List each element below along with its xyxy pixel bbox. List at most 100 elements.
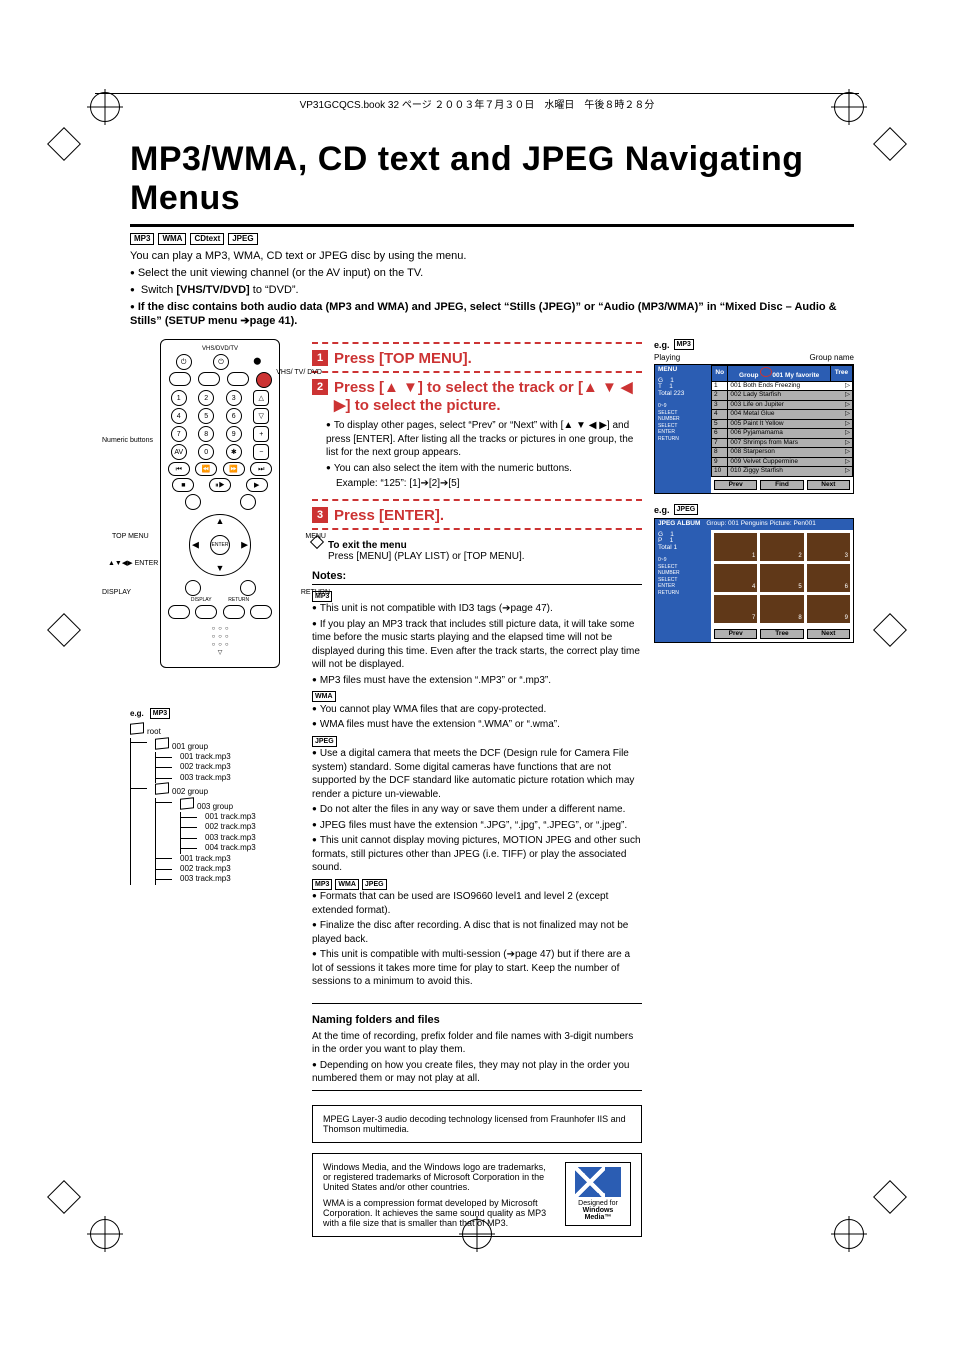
note-line: You cannot play WMA files that are copy-…: [312, 703, 642, 717]
section-rule: [312, 1003, 642, 1004]
osd-row: 2002 Lady Starfish ▷: [712, 391, 853, 401]
intro-line: You can play a MP3, WMA, CD text or JPEG…: [130, 249, 854, 264]
folder-icon: [155, 782, 169, 794]
tree-track: 003 track.mp3: [172, 773, 300, 783]
remote-btn: −: [253, 444, 269, 460]
jpeg-thumbnail: 5: [760, 564, 803, 592]
step-title: Press [TOP MENU].: [334, 350, 472, 368]
naming-heading: Naming folders and files: [312, 1014, 642, 1026]
osd-button-row: PrevTree Next: [711, 626, 853, 643]
step-number: 1: [312, 350, 328, 366]
note-line: This unit cannot display moving pictures…: [312, 834, 642, 875]
remote-btn: ⏻: [176, 354, 192, 370]
remote-header: VHS/DVD/TV: [165, 346, 275, 352]
osd-row: 6006 Pyjamamama ▷: [712, 429, 853, 439]
remote-btn: AV: [171, 444, 187, 460]
step-title: Press [▲ ▼] to select the track or [▲ ▼ …: [334, 379, 642, 415]
folder-icon: [155, 737, 169, 749]
tree-track: 001 track.mp3: [172, 752, 300, 762]
note-line: Formats that can be used are ISO9660 lev…: [312, 890, 642, 917]
note-line: JPEG files must have the extension “.JPG…: [312, 819, 642, 833]
tree-track: 003 track.mp3: [197, 833, 300, 843]
badge-jpeg: JPEG: [362, 879, 387, 890]
badge-jpeg: JPEG: [228, 233, 257, 245]
dash-rule: [312, 499, 642, 501]
osd-button: Prev: [714, 629, 757, 640]
osd-th: Tree: [830, 366, 852, 382]
notes-block: MP3 This unit is not compatible with ID3…: [312, 589, 642, 989]
osd-th: No: [712, 366, 728, 382]
tree-node: root: [147, 727, 161, 736]
remote-num: 5: [198, 408, 214, 424]
note-line: MP3 files must have the extension “.MP3”…: [312, 674, 642, 688]
osd-row: 10010 Ziggy Starfish ▷: [712, 467, 853, 477]
badge-wma: WMA: [335, 879, 359, 890]
exit-heading: To exit the menu: [328, 540, 407, 551]
osd-row: 4004 Metal Glue ▷: [712, 410, 853, 420]
jpeg-thumbnail: 4: [714, 564, 757, 592]
remote-btn: [223, 605, 245, 619]
note-line: If you play an MP3 track that includes s…: [312, 618, 642, 672]
eg-text: e.g.: [654, 505, 670, 515]
naming-line: Depending on how you create files, they …: [312, 1059, 642, 1086]
remote-enter: ENTER: [210, 535, 230, 555]
tree-track: 002 track.mp3: [172, 762, 300, 772]
remote-btn: +: [253, 426, 269, 442]
remote-btn: ⬤: [250, 354, 264, 368]
step-bullet: You can also select the item with the nu…: [326, 462, 642, 476]
tree-node: 001 group: [172, 742, 208, 751]
remote-btn: [185, 494, 201, 510]
step-title: Press [ENTER].: [334, 507, 444, 525]
eg-text: e.g.: [654, 340, 670, 350]
mpeg-license-box: MPEG Layer-3 audio decoding technology l…: [312, 1105, 642, 1143]
osd-button: Next: [807, 629, 850, 640]
tree-node: 002 group: [172, 787, 208, 796]
remote-num: 6: [226, 408, 242, 424]
remote-btn: [169, 372, 191, 386]
remote-btn: [168, 605, 190, 619]
remote-btn: [195, 605, 217, 619]
remote-num: 4: [171, 408, 187, 424]
badge-wma: WMA: [158, 233, 186, 245]
osd-total: Total 1: [658, 545, 708, 552]
remote-btn: [185, 580, 201, 596]
crop-arrow: [47, 1180, 81, 1214]
crop-arrow: [873, 613, 907, 647]
dash-rule: [312, 371, 642, 373]
step-number: 3: [312, 507, 328, 523]
osd-jpeg-panel: JPEG ALBUM Group: 001 Penguins Picture: …: [654, 518, 854, 643]
remote-btn: ⏪: [195, 462, 217, 476]
dash-rule: [312, 528, 642, 530]
osd-button: Next: [807, 480, 850, 491]
osd-button: Tree: [760, 629, 803, 640]
osd-mp3-panel: MENU G 1 T 1 Total 223 0~9SELECTNUMBERSE…: [654, 364, 854, 494]
osd-subtitle: Group: 001 Penguins Picture: Pen001: [706, 521, 816, 528]
osd-annotation: Playing: [654, 353, 680, 362]
remote-num: 1: [171, 390, 187, 406]
logo-text: Windows Media™: [583, 1207, 614, 1221]
remote-btn: ⏻: [213, 354, 229, 370]
osd-annotation: Group name: [810, 353, 854, 362]
intro-text: Switch: [141, 284, 176, 296]
crop-arrow: [873, 1180, 907, 1214]
logo-text: Designed for: [570, 1200, 626, 1207]
badge-mp3: MP3: [130, 233, 154, 245]
step-details: To display other pages, select “Prev” or…: [326, 419, 642, 491]
crop-mark: [90, 1219, 120, 1249]
remote-btn: ⏩: [223, 462, 245, 476]
jpeg-thumbnail: 8: [760, 595, 803, 623]
badge-mp3: MP3: [150, 708, 170, 719]
remote-side-label: Numeric buttons: [102, 437, 153, 444]
remote-side-label: DISPLAY: [102, 589, 131, 596]
remote-btn: ⏭: [250, 462, 272, 476]
remote-num: 7: [171, 426, 187, 442]
naming-block: At the time of recording, prefix folder …: [312, 1030, 642, 1086]
osd-button-row: PrevFindNext: [711, 477, 853, 494]
step-bullet: To display other pages, select “Prev” or…: [326, 419, 642, 460]
intro-text: to “DVD”.: [250, 284, 299, 296]
crop-arrow: [873, 127, 907, 161]
remote-dpad: ▲ ▼ ◀ ▶ ENTER: [189, 514, 251, 576]
osd-row: 5005 Paint It Yellow ▷: [712, 419, 853, 429]
eg-label: e.g. JPEG: [654, 504, 854, 515]
naming-line: At the time of recording, prefix folder …: [312, 1030, 642, 1057]
